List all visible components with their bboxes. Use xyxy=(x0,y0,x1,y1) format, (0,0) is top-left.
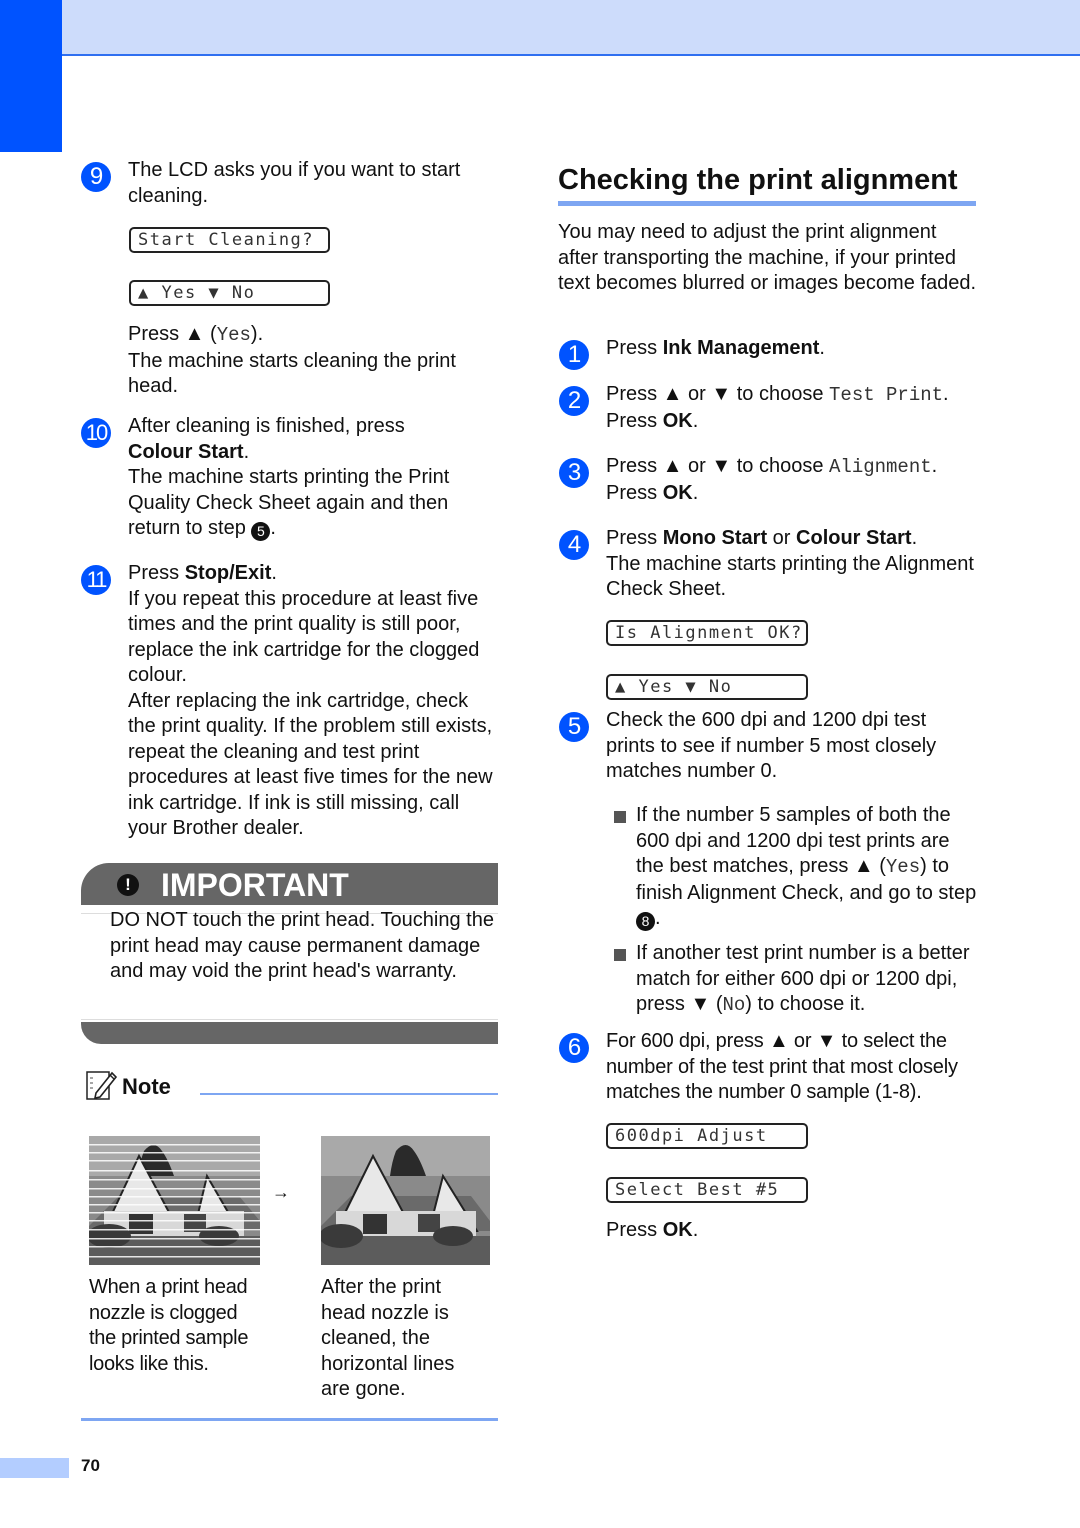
button-colour-start: Colour Start xyxy=(128,440,244,463)
button-colour-start: Colour Start xyxy=(796,527,912,549)
button-mono-start: Mono Start xyxy=(662,527,768,549)
button-stop-exit: Stop/Exit xyxy=(184,562,272,584)
divider xyxy=(81,1019,498,1020)
bullet-square-icon xyxy=(614,949,626,961)
step-11-para1: If you repeat this procedure at least fi… xyxy=(128,587,480,687)
bullet-square-icon xyxy=(614,811,626,823)
note-title: Note xyxy=(122,1074,171,1099)
key-yes: Yes xyxy=(885,856,921,878)
chapter-tab xyxy=(0,0,62,152)
step-11-para2: After replacing the ink cartridge, check… xyxy=(128,689,493,840)
lcd-start-cleaning: Start Cleaning? xyxy=(129,227,330,253)
step-number-5: 5 xyxy=(559,712,589,742)
note-bottom-rule xyxy=(81,1418,498,1421)
step-number-6: 6 xyxy=(559,1033,589,1063)
footer-tab xyxy=(0,1458,69,1478)
page-number: 70 xyxy=(81,1456,100,1475)
step-number-4: 4 xyxy=(559,530,589,560)
step-10-text: After cleaning is finished, press Colour… xyxy=(128,415,450,541)
important-text: DO NOT touch the print head. Touching th… xyxy=(110,909,494,982)
caption-after: After the print head nozzle is cleaned, … xyxy=(321,1276,455,1400)
key-no: No xyxy=(722,994,746,1016)
step-number-9: 9 xyxy=(81,162,111,192)
step-9-text: The LCD asks you if you want to start cl… xyxy=(128,159,461,207)
button-ok: OK xyxy=(662,1219,693,1241)
important-footer xyxy=(81,1022,498,1044)
lcd-select-best: Select Best #5 xyxy=(606,1177,808,1203)
lcd-600dpi-adjust: 600dpi Adjust xyxy=(606,1123,808,1149)
note-rule xyxy=(200,1093,498,1095)
key-yes: Yes xyxy=(216,324,251,346)
header-band xyxy=(62,0,1080,56)
caption-before: When a print head nozzle is clogged the … xyxy=(89,1276,249,1375)
step-number-1: 1 xyxy=(559,340,589,370)
step-ref-5: 5 xyxy=(251,522,271,541)
step-ref-8: 8 xyxy=(636,912,655,931)
important-header: ! IMPORTANT xyxy=(81,863,498,905)
important-title: IMPORTANT xyxy=(161,867,349,903)
exclamation-icon: ! xyxy=(117,874,139,896)
step-number-2: 2 xyxy=(559,386,589,416)
arrow-right-icon: → xyxy=(272,1182,290,1202)
step-11-text: Press Stop/Exit. If you repeat this proc… xyxy=(128,562,493,840)
lcd-yes-no: ▲ Yes ▼ No xyxy=(129,280,330,306)
step-number-10: 10 xyxy=(81,418,111,448)
step-number-11: 11 xyxy=(81,565,111,595)
house-photo-cleaned xyxy=(321,1136,490,1265)
button-ok: OK xyxy=(662,409,693,432)
house-photo-clogged xyxy=(89,1136,260,1265)
step-9-press: Press ▲ (Yes). The machine starts cleani… xyxy=(128,323,456,398)
menu-test-print: Test Print xyxy=(829,384,944,406)
intro-text: You may need to adjust the print alignme… xyxy=(558,221,976,294)
lcd-is-alignment-ok: Is Alignment OK? xyxy=(606,620,808,646)
section-title: Checking the print alignment xyxy=(558,164,958,196)
menu-alignment: Alignment xyxy=(829,456,932,478)
section-rule xyxy=(558,201,976,206)
button-ink-management: Ink Management xyxy=(662,337,820,359)
step-9-after: The machine starts cleaning the print he… xyxy=(128,349,456,398)
lcd-yes-no: ▲ Yes ▼ No xyxy=(606,674,808,700)
step-6-press-ok: Press OK. xyxy=(606,1219,699,1241)
note-pencil-icon xyxy=(84,1068,118,1102)
button-ok: OK xyxy=(662,481,693,504)
step-number-3: 3 xyxy=(559,458,589,488)
